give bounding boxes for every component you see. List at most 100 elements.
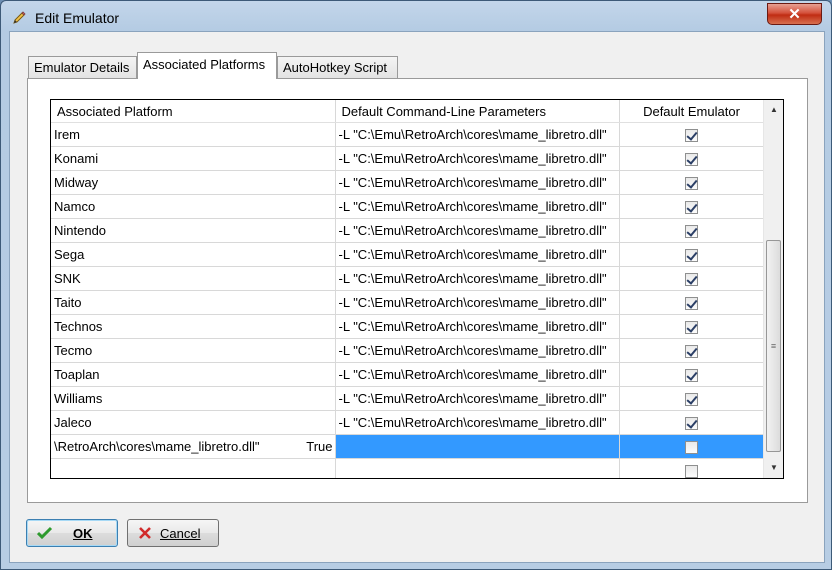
params-cell[interactable]: -L "C:\Emu\RetroArch\cores\mame_libretro… xyxy=(335,386,620,411)
editing-row[interactable]: \RetroArch\cores\mame_libretro.dll" True xyxy=(51,434,765,459)
default-checkbox[interactable] xyxy=(685,177,698,191)
default-checkbox[interactable] xyxy=(685,201,698,215)
default-cell[interactable] xyxy=(619,386,765,411)
params-cell[interactable]: -L "C:\Emu\RetroArch\cores\mame_libretro… xyxy=(335,242,620,267)
params-cell[interactable]: -L "C:\Emu\RetroArch\cores\mame_libretro… xyxy=(335,290,620,315)
params-edit-cell[interactable] xyxy=(335,434,620,459)
params-cell[interactable] xyxy=(335,458,620,478)
params-cell[interactable]: -L "C:\Emu\RetroArch\cores\mame_libretro… xyxy=(335,218,620,243)
cancel-button[interactable]: Cancel xyxy=(127,519,219,547)
default-cell[interactable] xyxy=(619,218,765,243)
table-row[interactable]: Technos -L "C:\Emu\RetroArch\cores\mame_l… xyxy=(51,314,765,339)
table-header-row: Associated Platform Default Command-Line… xyxy=(51,100,765,123)
params-cell[interactable]: -L "C:\Emu\RetroArch\cores\mame_libretro… xyxy=(335,338,620,363)
default-cell[interactable] xyxy=(619,266,765,291)
platform-cell[interactable]: Namco xyxy=(51,194,336,219)
platform-cell[interactable]: Tecmo xyxy=(51,338,336,363)
new-row[interactable] xyxy=(51,458,765,478)
default-checkbox[interactable] xyxy=(685,153,698,167)
platform-cell[interactable]: SNK xyxy=(51,266,336,291)
default-cell[interactable] xyxy=(619,290,765,315)
table-row[interactable]: SNK -L "C:\Emu\RetroArch\cores\mame_libre… xyxy=(51,266,765,291)
params-cell[interactable]: -L "C:\Emu\RetroArch\cores\mame_libretro… xyxy=(335,266,620,291)
table-row[interactable]: Tecmo -L "C:\Emu\RetroArch\cores\mame_lib… xyxy=(51,338,765,363)
default-checkbox[interactable] xyxy=(685,345,698,359)
params-cell[interactable]: -L "C:\Emu\RetroArch\cores\mame_libretro… xyxy=(335,122,620,147)
column-header-params[interactable]: Default Command-Line Parameters xyxy=(335,100,620,123)
table-row[interactable]: Konami -L "C:\Emu\RetroArch\cores\mame_li… xyxy=(51,146,765,171)
red-x-icon xyxy=(139,527,151,539)
table-row[interactable]: Williams -L "C:\Emu\RetroArch\cores\mame_… xyxy=(51,386,765,411)
tab-emulator-details[interactable]: Emulator Details xyxy=(28,56,137,78)
platform-cell[interactable]: Technos xyxy=(51,314,336,339)
default-checkbox[interactable] xyxy=(685,369,698,383)
platform-edit-value[interactable]: \RetroArch\cores\mame_libretro.dll" xyxy=(54,439,259,454)
table-row[interactable]: Taito -L "C:\Emu\RetroArch\cores\mame_lib… xyxy=(51,290,765,315)
scrollbar-thumb[interactable]: ≡ xyxy=(766,240,781,452)
table-row[interactable]: Midway -L "C:\Emu\RetroArch\cores\mame_li… xyxy=(51,170,765,195)
default-cell[interactable] xyxy=(619,194,765,219)
default-cell[interactable] xyxy=(619,146,765,171)
table-row[interactable]: Sega -L "C:\Emu\RetroArch\cores\mame_libr… xyxy=(51,242,765,267)
default-checkbox[interactable] xyxy=(685,273,698,287)
edit-emulator-window: Edit Emulator ✕ Emulator Details Associa… xyxy=(0,0,832,570)
ok-button[interactable]: OK xyxy=(26,519,118,547)
table-row[interactable]: Namco -L "C:\Emu\RetroArch\cores\mame_lib… xyxy=(51,194,765,219)
default-checkbox[interactable] xyxy=(685,321,698,335)
grip-icon: ≡ xyxy=(770,341,777,351)
platform-cell[interactable]: Toaplan xyxy=(51,362,336,387)
dialog-body: Emulator Details Associated Platforms Au… xyxy=(9,31,825,563)
column-header-platform[interactable]: Associated Platform xyxy=(51,100,336,123)
window-title: Edit Emulator xyxy=(35,10,120,26)
table-row[interactable]: Toaplan -L "C:\Emu\RetroArch\cores\mame_l… xyxy=(51,362,765,387)
platform-edit-cell[interactable]: \RetroArch\cores\mame_libretro.dll" True xyxy=(51,434,336,459)
default-cell[interactable] xyxy=(619,314,765,339)
platform-cell[interactable] xyxy=(51,458,336,478)
table-row[interactable]: Irem -L "C:\Emu\RetroArch\cores\mame_libr… xyxy=(51,122,765,147)
default-cell[interactable] xyxy=(619,170,765,195)
platform-cell[interactable]: Irem xyxy=(51,122,336,147)
params-cell[interactable]: -L "C:\Emu\RetroArch\cores\mame_libretro… xyxy=(335,194,620,219)
default-cell[interactable] xyxy=(619,362,765,387)
params-cell[interactable]: -L "C:\Emu\RetroArch\cores\mame_libretro… xyxy=(335,146,620,171)
default-checkbox[interactable] xyxy=(685,225,698,239)
default-cell[interactable] xyxy=(619,410,765,435)
params-cell[interactable]: -L "C:\Emu\RetroArch\cores\mame_libretro… xyxy=(335,170,620,195)
scroll-down-arrow-icon[interactable]: ▼ xyxy=(764,458,783,476)
params-cell[interactable]: -L "C:\Emu\RetroArch\cores\mame_libretro… xyxy=(335,410,620,435)
platform-cell[interactable]: Jaleco xyxy=(51,410,336,435)
cancel-label: Cancel xyxy=(160,525,201,541)
default-checkbox[interactable] xyxy=(685,417,698,431)
platform-cell[interactable]: Taito xyxy=(51,290,336,315)
close-button[interactable]: ✕ xyxy=(767,3,822,25)
platform-cell[interactable]: Nintendo xyxy=(51,218,336,243)
default-checkbox[interactable] xyxy=(685,393,698,407)
platform-cell[interactable]: Williams xyxy=(51,386,336,411)
table-row[interactable]: Nintendo -L "C:\Emu\RetroArch\cores\mame_… xyxy=(51,218,765,243)
default-checkbox[interactable] xyxy=(685,249,698,263)
default-checkbox[interactable] xyxy=(685,297,698,311)
tab-autohotkey-script[interactable]: AutoHotkey Script xyxy=(277,56,398,78)
params-cell[interactable]: -L "C:\Emu\RetroArch\cores\mame_libretro… xyxy=(335,314,620,339)
default-cell[interactable] xyxy=(619,458,765,478)
default-cell[interactable] xyxy=(619,338,765,363)
default-checkbox[interactable] xyxy=(685,129,698,143)
scroll-up-arrow-icon[interactable]: ▲ xyxy=(764,100,783,118)
default-edit-cell[interactable] xyxy=(619,434,765,459)
vertical-scrollbar[interactable]: ▲ ≡ ▼ xyxy=(763,100,783,478)
platform-cell[interactable]: Sega xyxy=(51,242,336,267)
table-row[interactable]: Jaleco -L "C:\Emu\RetroArch\cores\mame_li… xyxy=(51,410,765,435)
ok-label: OK xyxy=(73,525,93,541)
column-header-default[interactable]: Default Emulator xyxy=(619,100,765,123)
title-bar[interactable]: Edit Emulator ✕ xyxy=(1,1,831,35)
default-checkbox[interactable] xyxy=(685,441,698,455)
associated-platforms-panel: Associated Platform Default Command-Line… xyxy=(27,78,808,503)
tab-associated-platforms[interactable]: Associated Platforms xyxy=(137,52,277,79)
platform-cell[interactable]: Midway xyxy=(51,170,336,195)
default-cell[interactable] xyxy=(619,122,765,147)
default-cell[interactable] xyxy=(619,242,765,267)
platform-cell[interactable]: Konami xyxy=(51,146,336,171)
params-cell[interactable]: -L "C:\Emu\RetroArch\cores\mame_libretro… xyxy=(335,362,620,387)
default-checkbox[interactable] xyxy=(685,465,698,478)
platforms-grid: Associated Platform Default Command-Line… xyxy=(50,99,784,479)
